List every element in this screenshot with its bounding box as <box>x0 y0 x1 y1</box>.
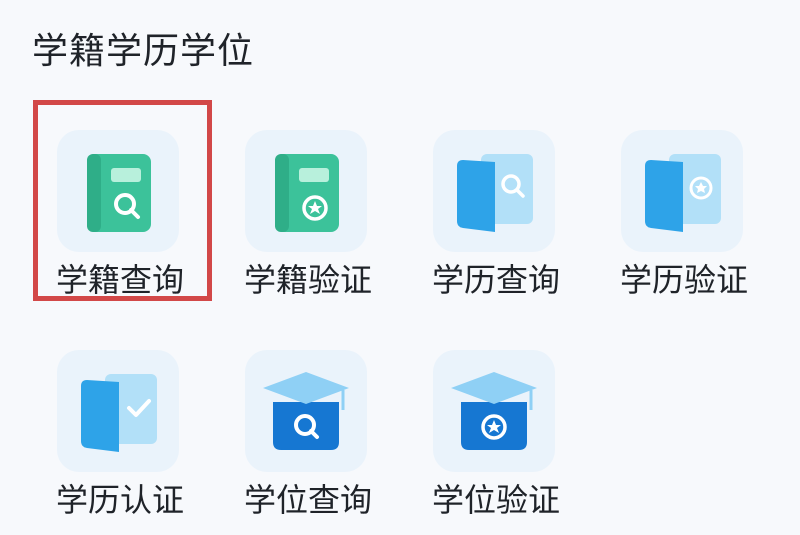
green-book-verify-icon <box>245 130 367 252</box>
tile-xueji-verify[interactable]: 学籍验证 <box>228 130 388 315</box>
blue-book-search-icon <box>433 130 555 252</box>
tile-xuewei-query[interactable]: 学位查询 <box>228 350 388 535</box>
graduation-cap-search-icon <box>245 350 367 472</box>
blue-book-verify-icon <box>621 130 743 252</box>
blue-book-check-icon <box>57 350 179 472</box>
tile-label: 学位查询 <box>243 481 372 519</box>
tile-xuewei-verify[interactable]: 学位验证 <box>416 350 576 535</box>
selection-highlight <box>33 100 212 301</box>
tile-xueli-query[interactable]: 学历查询 <box>416 130 576 315</box>
tile-label: 学历验证 <box>619 261 748 299</box>
tile-xueli-certify[interactable]: 学历认证 <box>40 350 200 535</box>
tile-label: 学历查询 <box>431 261 560 299</box>
graduation-cap-verify-icon <box>433 350 555 472</box>
tile-label: 学历认证 <box>55 481 184 519</box>
section-title: 学籍学历学位 <box>32 31 255 72</box>
tile-xueli-verify[interactable]: 学历验证 <box>604 130 764 315</box>
tile-label: 学籍验证 <box>243 261 372 299</box>
tile-label: 学位验证 <box>431 481 560 519</box>
